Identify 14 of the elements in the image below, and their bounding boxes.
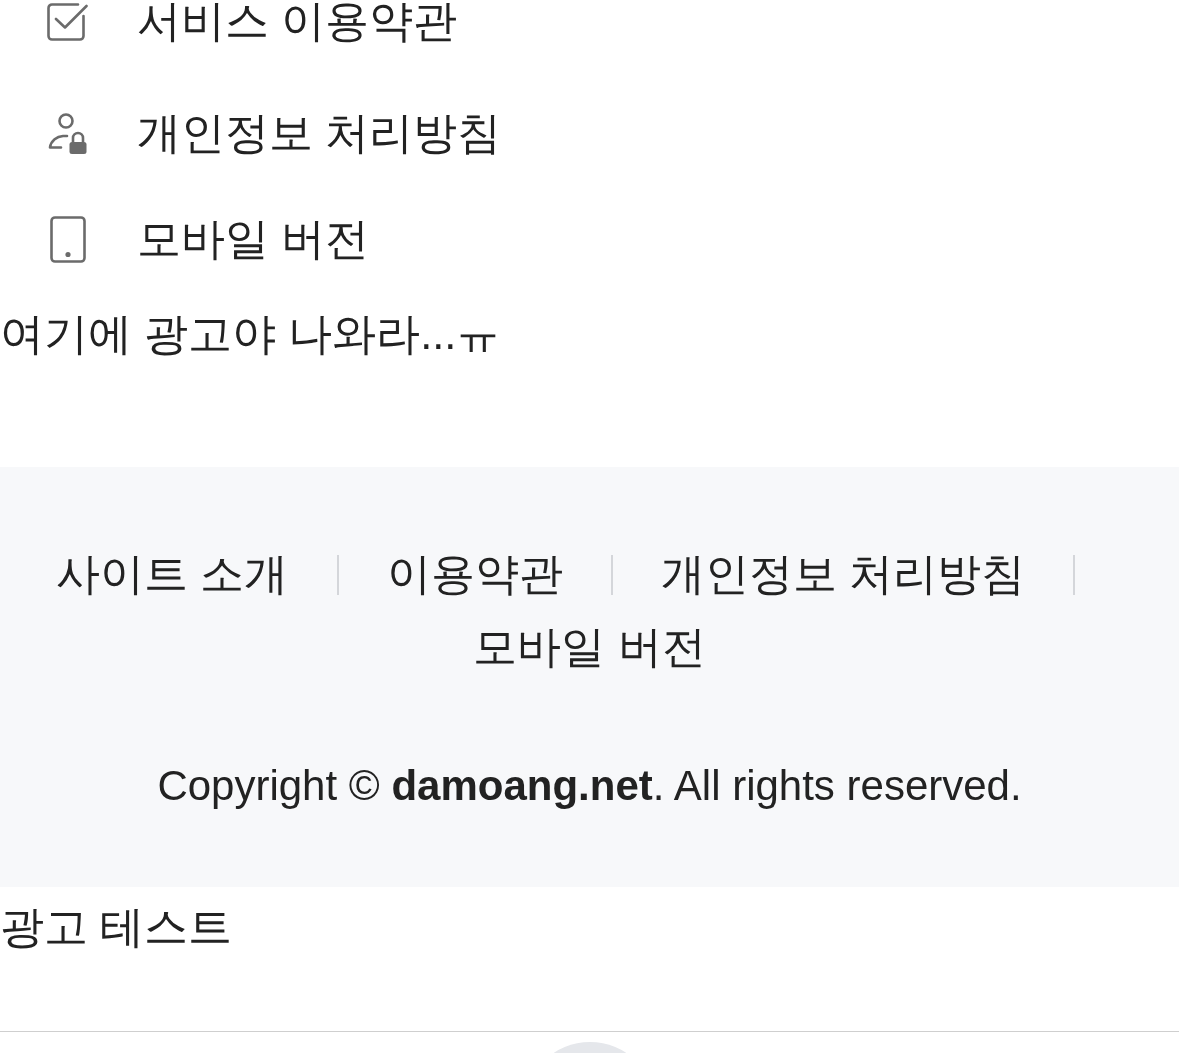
menu-link[interactable]: 모바일 버전 (0, 185, 1179, 294)
copyright-text: Copyright © damoang.net. All rights reserved. (157, 761, 1022, 811)
footer-link[interactable]: 개인정보 처리방침 (660, 545, 1025, 604)
footer-link[interactable]: 사이트 소개 (56, 545, 289, 604)
menu-link[interactable]: 개인정보 처리방침 (0, 76, 1179, 185)
user-lock-icon (47, 112, 88, 155)
menu-link[interactable]: 서비스 이용약관 (0, 0, 1179, 76)
ad-text: 광고 테스트 (0, 902, 233, 953)
phone-icon (49, 216, 86, 263)
footer-link[interactable]: 이용약관 (386, 545, 563, 604)
round-button[interactable] (553, 1042, 626, 1053)
footer-link[interactable]: 모바일 버전 (473, 618, 706, 677)
checkbox-icon (47, 2, 88, 41)
ad-text: 여기에 광고야 나와라...ㅠ (0, 309, 501, 360)
